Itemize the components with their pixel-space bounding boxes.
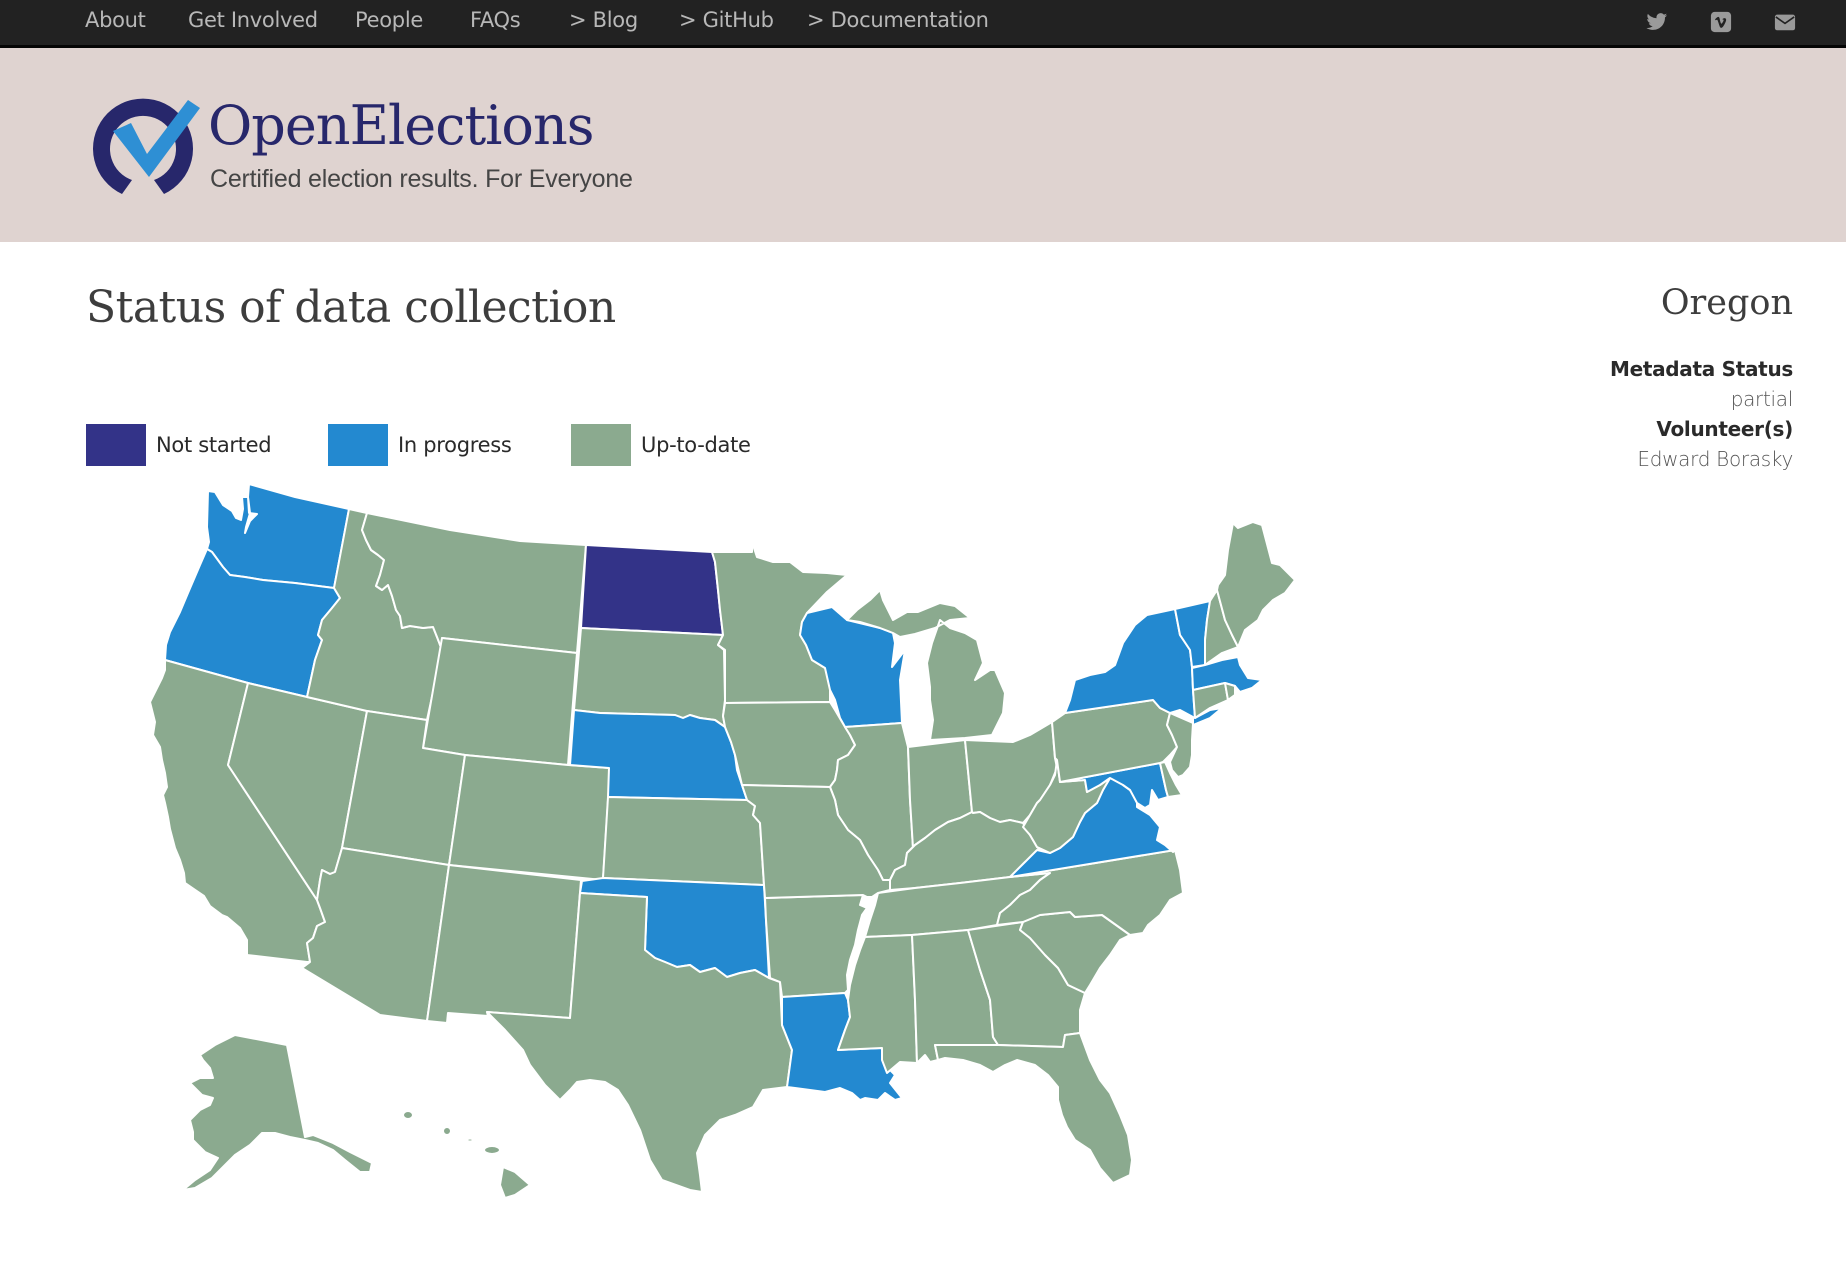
legend-swatch-in-progress [328,424,388,466]
legend-swatch-up-to-date [571,424,631,466]
state-hawaii[interactable]: Hawaii [402,1110,531,1199]
brand-name: OpenElections [208,94,594,157]
state-detail-panel: Oregon Metadata Status partial Volunteer… [1433,278,1793,474]
state-maine[interactable]: Maine [1216,521,1296,648]
volunteers-value: Edward Borasky [1637,447,1793,471]
state-north-dakota[interactable]: North Dakota [580,544,724,636]
nav-about[interactable]: About [85,8,146,32]
state-kansas[interactable]: Kansas [602,796,765,886]
top-navbar: About Get Involved People FAQs > Blog > … [0,0,1846,48]
legend-item-not-started: Not started [86,424,272,466]
legend-label: Up-to-date [641,433,751,457]
metadata-status-value: partial [1730,387,1794,411]
legend-item-up-to-date: Up-to-date [571,424,751,466]
state-alaska[interactable]: Alaska [182,1034,373,1191]
vimeo-icon[interactable] [1710,11,1732,33]
nav-blog[interactable]: > Blog [569,8,638,32]
state-florida[interactable]: Florida [934,1032,1133,1184]
state-wyoming[interactable]: Wyoming [422,637,578,766]
legend-item-in-progress: In progress [328,424,512,466]
metadata-status-label: Metadata Status [1609,357,1793,381]
nav-get-involved[interactable]: Get Involved [188,8,318,32]
nav-github[interactable]: > GitHub [679,8,774,32]
nav-people[interactable]: People [355,8,423,32]
nav-faqs[interactable]: FAQs [470,8,521,32]
selected-state-name: Oregon [1660,283,1793,323]
logo-checkmark-icon [93,98,200,194]
legend-label: In progress [398,433,512,457]
legend-label: Not started [156,433,272,457]
envelope-icon[interactable] [1774,11,1796,33]
state-new-mexico[interactable]: New Mexico [426,864,582,1024]
brand-tagline: Certified election results. For Everyone [210,165,633,193]
nav-documentation[interactable]: > Documentation [807,8,989,32]
legend-swatch-not-started [86,424,146,466]
twitter-icon[interactable] [1646,11,1668,33]
state-colorado[interactable]: Colorado [448,754,611,881]
page-title: Status of data collection [86,282,616,333]
state-arizona[interactable]: Arizona [301,847,450,1022]
volunteers-label: Volunteer(s) [1656,417,1793,441]
